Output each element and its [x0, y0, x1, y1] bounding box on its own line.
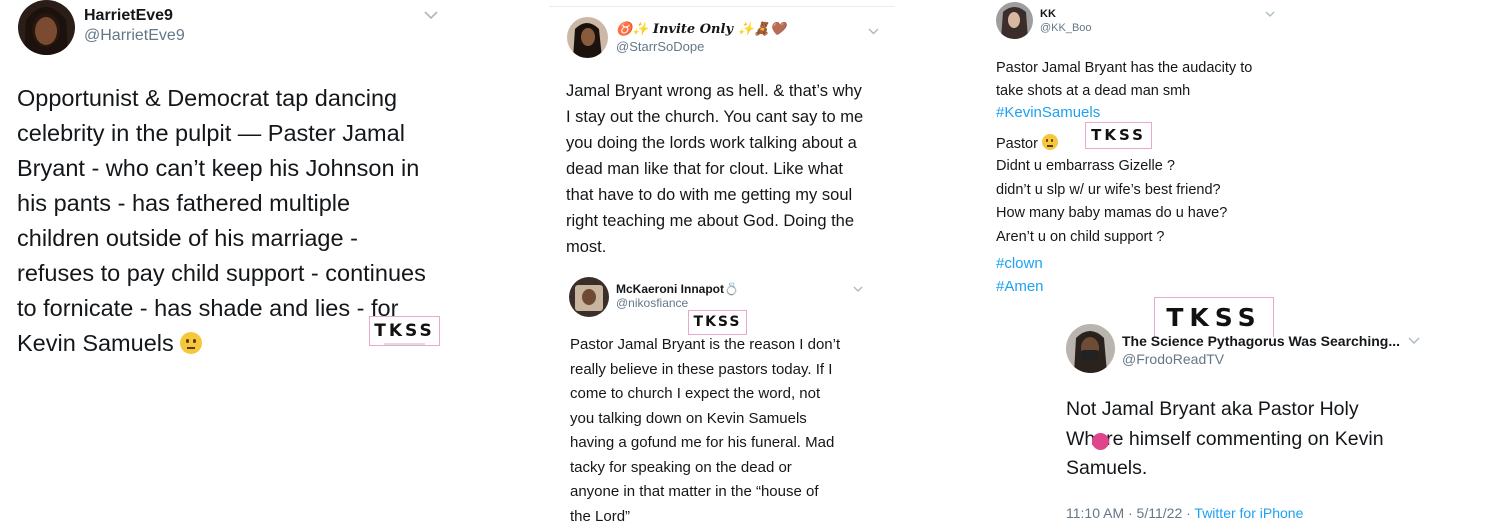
- watermark-text: TKSS: [374, 321, 435, 341]
- chevron-down-icon[interactable]: [1408, 337, 1420, 344]
- watermark-logo: TKSS: [688, 310, 747, 335]
- tweet-text: Not Jamal Bryant aka Pastor Holy Whore h…: [1066, 398, 1384, 479]
- timestamp: 11:10 AM · 5/11/22 ·: [1066, 505, 1195, 521]
- avatar[interactable]: [567, 17, 608, 58]
- tweet-text: Pastor: [996, 133, 1058, 156]
- display-name[interactable]: ♉✨ Invite Only ✨🧸🤎: [616, 22, 786, 37]
- watermark-text: TKSS: [1091, 126, 1146, 144]
- hashtag-link[interactable]: #KevinSamuels: [996, 104, 1100, 121]
- chevron-down-icon[interactable]: [853, 286, 863, 292]
- pink-dot-marker: [1092, 433, 1109, 450]
- tweet-line: to fornicate - has shade and lies - for: [17, 295, 399, 321]
- tweet-line: Opportunist & Democrat tap dancing: [17, 85, 398, 111]
- display-name[interactable]: McKaeroni Innapot💍: [616, 282, 739, 296]
- profile-photo: [567, 17, 608, 58]
- tweet-line: refuses to pay child support - continues: [17, 260, 426, 286]
- tweet-line: children outside of his marriage -: [17, 225, 358, 251]
- avatar[interactable]: [18, 0, 75, 55]
- handle[interactable]: @HarrietEve9: [84, 27, 185, 45]
- hashtag-link[interactable]: #Amen: [996, 278, 1044, 295]
- tweet-line: his pants - has fathered multiple: [17, 190, 351, 216]
- tweet-panel-starrsodope: ♉✨ Invite Only ✨🧸🤎 @StarrSoDope Jamal Br…: [549, 0, 895, 529]
- tweet-text: Jamal Bryant wrong as hell. & that’s why…: [566, 82, 864, 256]
- chevron-down-icon[interactable]: [424, 11, 438, 20]
- tweet-line: Bryant - who can’t keep his Johnson in: [17, 155, 420, 181]
- chevron-down-icon[interactable]: [1265, 11, 1275, 17]
- handle[interactable]: @FrodoReadTV: [1122, 351, 1224, 367]
- tweet-line: celebrity in the pulpit — Paster Jamal: [17, 120, 405, 146]
- profile-photo: [569, 277, 609, 317]
- handle[interactable]: @nikosfiance: [616, 296, 688, 310]
- watermark-text: TKSS: [1166, 303, 1262, 332]
- avatar[interactable]: [996, 2, 1033, 39]
- watermark-logo: TKSS: [369, 316, 440, 346]
- chevron-down-icon[interactable]: [868, 28, 879, 35]
- tweet-text: Pastor Jamal Bryant has the audacity to …: [996, 60, 1253, 99]
- avatar[interactable]: [1066, 324, 1115, 373]
- tweet-panel-harrieteve9: HarrietEve9 @HarrietEve9 Opportunist & D…: [0, 0, 470, 529]
- watermark-logo: TKSS: [1154, 297, 1274, 337]
- display-name[interactable]: The Science Pythagorus Was Searching...: [1122, 333, 1400, 349]
- avatar[interactable]: [569, 277, 609, 317]
- thinking-face-icon: [1041, 134, 1058, 150]
- handle[interactable]: @StarrSoDope: [616, 39, 704, 54]
- tweet-meta: 11:10 AM · 5/11/22 · Twitter for iPhone: [1066, 505, 1303, 521]
- watermark-logo: TKSS: [1085, 122, 1152, 149]
- tweet-text: Pastor Jamal Bryant is the reason I don’…: [570, 336, 841, 525]
- tweet-line-text: Kevin Samuels: [17, 330, 174, 356]
- tweet-panel-kk-boo: KK @KK_Boo Pastor Jamal Bryant has the a…: [976, 0, 1500, 529]
- tweet-text: Didnt u embarrass Gizelle ? didn’t u slp…: [996, 158, 1228, 245]
- profile-photo: [18, 0, 75, 55]
- divider: [549, 6, 895, 7]
- source-link[interactable]: Twitter for iPhone: [1194, 505, 1303, 521]
- handle[interactable]: @KK_Boo: [1040, 22, 1092, 34]
- hashtag-link[interactable]: #clown: [996, 255, 1043, 272]
- tweet-line: Kevin Samuels: [17, 326, 426, 361]
- tweet-text: Opportunist & Democrat tap dancing celeb…: [17, 81, 426, 361]
- display-name[interactable]: KK: [1040, 8, 1056, 20]
- profile-photo: [1066, 324, 1115, 373]
- tweet-line-text: Pastor: [996, 136, 1038, 152]
- watermark-text: TKSS: [693, 314, 742, 330]
- thinking-face-icon: [180, 332, 203, 354]
- display-name[interactable]: HarrietEve9: [84, 7, 173, 25]
- profile-photo: [996, 2, 1033, 39]
